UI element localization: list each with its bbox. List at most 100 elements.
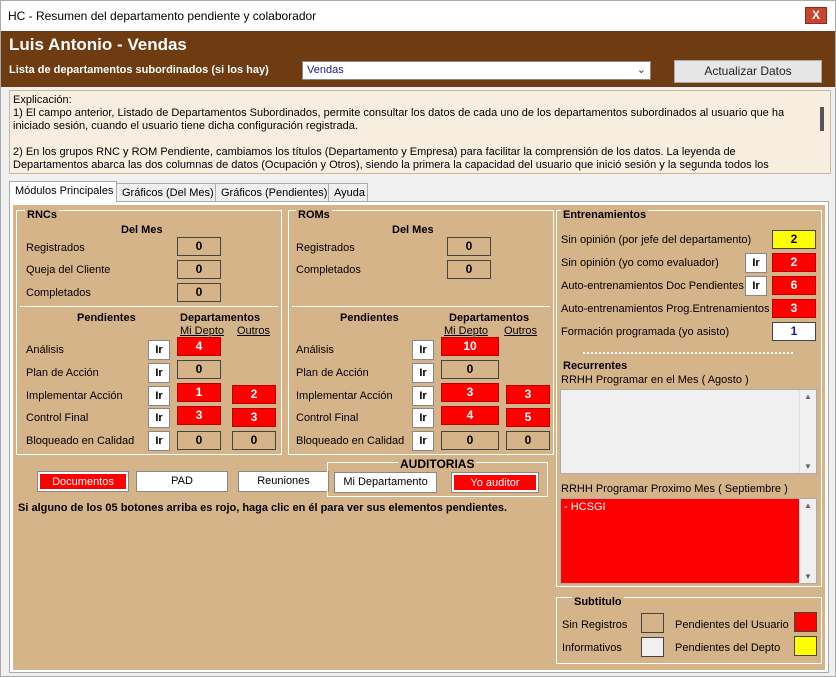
tab-graficos-pendientes[interactable]: Gráficos (Pendientes) bbox=[215, 183, 329, 202]
rom-pending-mine: 10 bbox=[441, 337, 499, 356]
auditorias-group: AUDITORIAS Mi Departamento Yo auditor bbox=[327, 457, 548, 497]
rrhh-mes-scrollbar[interactable]: ▲ ▼ bbox=[799, 390, 816, 473]
rnc-pending-mine: 4 bbox=[177, 337, 221, 356]
recurrentes-heading: Recurrentes bbox=[563, 360, 628, 372]
department-select-value: Vendas bbox=[307, 64, 344, 76]
rom-pending-label: Plan de Acción bbox=[296, 367, 369, 379]
rnc-pending-label: Control Final bbox=[26, 412, 89, 424]
rom-plan-ir-button[interactable]: Ir bbox=[412, 363, 434, 383]
tab-modulos-principales[interactable]: Módulos Principales bbox=[9, 181, 117, 202]
reuniones-button[interactable]: Reuniones bbox=[238, 471, 329, 492]
window-title: HC - Resumen del departamento pendiente … bbox=[8, 9, 317, 23]
rom-col-others: Outros bbox=[504, 325, 538, 337]
rrhh-proximo-label: RRHH Programar Proximo Mes ( Septiembre … bbox=[561, 483, 788, 495]
rnc-pending-mine: 3 bbox=[177, 406, 221, 425]
hint-text: Si alguno de los 05 botones arriba es ro… bbox=[18, 502, 508, 514]
legend-title: Subtitulo bbox=[572, 596, 624, 608]
rom-pending-others: 0 bbox=[506, 431, 550, 450]
legend-swatch-pend-usuario bbox=[794, 612, 817, 632]
tab-graficos-mes[interactable]: Gráficos (Del Mes) bbox=[116, 183, 216, 202]
rnc-month-label: Completados bbox=[26, 287, 91, 299]
explanation-scrollbar[interactable] bbox=[820, 107, 824, 131]
rom-month-value: 0 bbox=[447, 260, 491, 279]
scroll-down-icon[interactable]: ▼ bbox=[804, 462, 812, 471]
main-content: RNCs Del Mes Registrados 0 Queja del Cli… bbox=[13, 205, 825, 670]
explanation-box: Explicación: 1) El campo anterior, Lista… bbox=[9, 90, 831, 174]
rnc-pending-others: 3 bbox=[232, 408, 276, 427]
legend-label: Pendientes del Depto bbox=[675, 642, 781, 654]
rnc-analisis-ir-button[interactable]: Ir bbox=[148, 340, 170, 360]
rnc-pending-mine: 0 bbox=[177, 360, 221, 379]
rrhh-proximo-scrollbar[interactable]: ▲ ▼ bbox=[799, 499, 816, 583]
tab-ayuda[interactable]: Ayuda bbox=[328, 183, 368, 202]
rom-month-value: 0 bbox=[447, 237, 491, 256]
update-data-button[interactable]: Actualizar Datos bbox=[674, 60, 822, 83]
sin-opinion-evaluador-ir-button[interactable]: Ir bbox=[745, 253, 767, 273]
rnc-col-others: Outros bbox=[237, 325, 271, 337]
scroll-up-icon[interactable]: ▲ bbox=[804, 392, 812, 401]
yo-auditor-button[interactable]: Yo auditor bbox=[451, 472, 539, 493]
rom-pending-mine: 0 bbox=[441, 360, 499, 379]
chevron-down-icon[interactable]: ⌄ bbox=[637, 63, 646, 76]
rnc-group: RNCs Del Mes Registrados 0 Queja del Cli… bbox=[16, 209, 282, 455]
close-button[interactable]: X bbox=[805, 7, 827, 24]
rnc-del-mes-heading: Del Mes bbox=[121, 224, 163, 236]
rom-pending-mine: 3 bbox=[441, 383, 499, 402]
legend-label: Pendientes del Usuario bbox=[675, 619, 789, 631]
entrenamiento-value: 2 bbox=[772, 253, 816, 272]
tab-panel: RNCs Del Mes Registrados 0 Queja del Cli… bbox=[9, 201, 829, 673]
legend-label: Informativos bbox=[562, 642, 622, 654]
rnc-pendientes-heading: Pendientes bbox=[77, 312, 136, 324]
divider bbox=[20, 306, 278, 307]
mi-departamento-button[interactable]: Mi Departamento bbox=[334, 472, 437, 493]
user-name: Luis Antonio - Vendas bbox=[9, 35, 187, 54]
documentos-button[interactable]: Documentos bbox=[37, 471, 129, 492]
rom-pending-mine: 4 bbox=[441, 406, 499, 425]
rnc-col-mine: Mi Depto bbox=[180, 325, 225, 337]
entrenamiento-label: Auto-entrenamientos Prog.Entrenamientos bbox=[561, 303, 770, 315]
header-panel: Luis Antonio - Vendas Lista de departame… bbox=[1, 31, 835, 87]
rnc-implementar-ir-button[interactable]: Ir bbox=[148, 386, 170, 406]
rom-analisis-ir-button[interactable]: Ir bbox=[412, 340, 434, 360]
rrhh-mes-list[interactable]: ▲ ▼ bbox=[560, 389, 817, 474]
list-item[interactable]: - HCSGI bbox=[564, 501, 606, 513]
rom-control-ir-button[interactable]: Ir bbox=[412, 408, 434, 428]
entrenamiento-value: 6 bbox=[772, 276, 816, 295]
entrenamiento-label: Sin opinión (por jefe del departamento) bbox=[561, 234, 752, 246]
explanation-text: Explicación: 1) El campo anterior, Lista… bbox=[13, 94, 785, 173]
rom-col-mine: Mi Depto bbox=[444, 325, 489, 337]
rom-departamentos-heading: Departamentos bbox=[449, 312, 530, 324]
legend-swatch-pend-depto bbox=[794, 636, 817, 656]
rnc-bloqueado-ir-button[interactable]: Ir bbox=[148, 431, 170, 451]
rnc-pending-label: Bloqueado en Calidad bbox=[26, 435, 135, 447]
title-bar: HC - Resumen del departamento pendiente … bbox=[1, 1, 835, 31]
rnc-pending-label: Plan de Acción bbox=[26, 367, 99, 379]
rom-implementar-ir-button[interactable]: Ir bbox=[412, 386, 434, 406]
rom-pendientes-heading: Pendientes bbox=[340, 312, 399, 324]
rrhh-mes-label: RRHH Programar en el Mes ( Agosto ) bbox=[561, 374, 749, 386]
department-select[interactable]: Vendas ⌄ bbox=[302, 61, 651, 80]
rnc-pending-mine: 0 bbox=[177, 431, 221, 450]
app-window: HC - Resumen del departamento pendiente … bbox=[0, 0, 836, 677]
rnc-pending-label: Análisis bbox=[26, 344, 64, 356]
divider bbox=[583, 352, 793, 354]
scroll-up-icon[interactable]: ▲ bbox=[804, 501, 812, 510]
auto-doc-pendientes-ir-button[interactable]: Ir bbox=[745, 276, 767, 296]
rom-pending-mine: 0 bbox=[441, 431, 499, 450]
legend-group: Subtitulo Sin Registros Pendientes del U… bbox=[556, 596, 822, 664]
rom-group: ROMs Del Mes Registrados 0 Completados 0… bbox=[288, 209, 554, 455]
rnc-plan-ir-button[interactable]: Ir bbox=[148, 363, 170, 383]
entrenamiento-label: Sin opinión (yo como evaluador) bbox=[561, 257, 719, 269]
rom-bloqueado-ir-button[interactable]: Ir bbox=[412, 431, 434, 451]
rom-pending-label: Bloqueado en Calidad bbox=[296, 435, 405, 447]
rnc-month-value: 0 bbox=[177, 260, 221, 279]
entrenamiento-value: 1 bbox=[772, 322, 816, 341]
pad-button[interactable]: PAD bbox=[136, 471, 228, 492]
entrenamientos-group: Entrenamientos Sin opinión (por jefe del… bbox=[556, 209, 822, 587]
department-list-label: Lista de departamentos subordinados (si … bbox=[9, 64, 269, 76]
rrhh-proximo-list[interactable]: - HCSGI ▲ ▼ bbox=[560, 498, 817, 584]
rnc-control-ir-button[interactable]: Ir bbox=[148, 408, 170, 428]
rom-title: ROMs bbox=[296, 209, 332, 221]
scroll-down-icon[interactable]: ▼ bbox=[804, 572, 812, 581]
entrenamiento-value: 3 bbox=[772, 299, 816, 318]
